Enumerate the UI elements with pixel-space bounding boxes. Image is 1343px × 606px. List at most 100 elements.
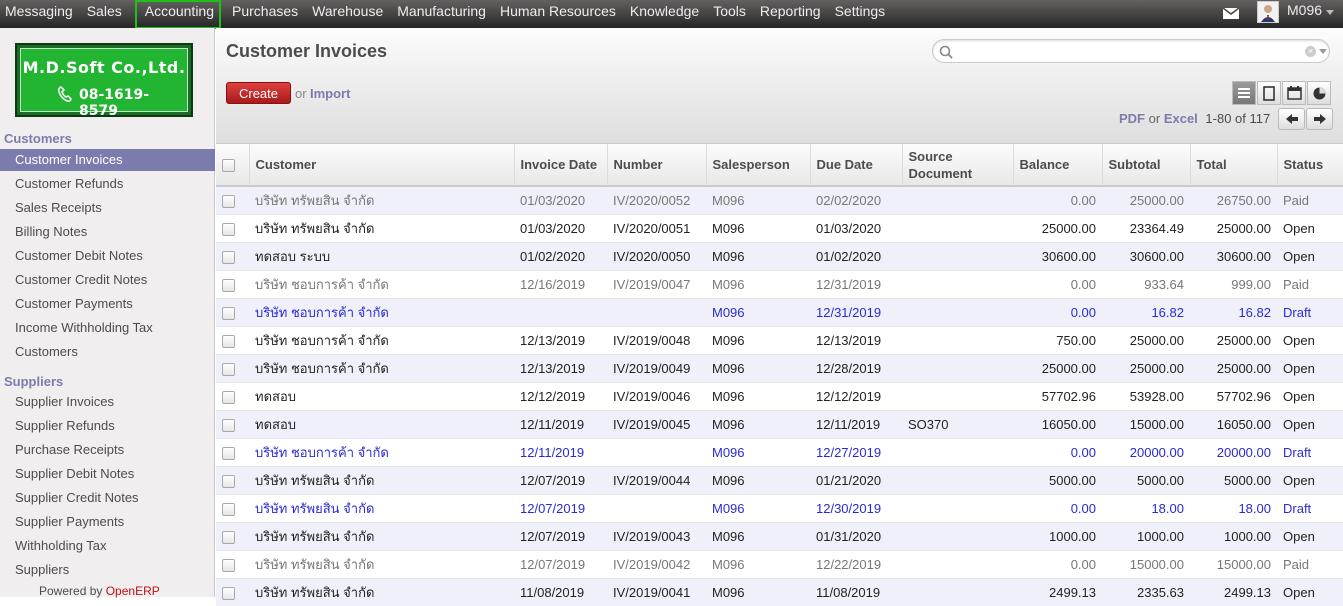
- row-select-cell[interactable]: [216, 269, 249, 298]
- cell-invoice-date[interactable]: 12/07/2019: [514, 521, 607, 550]
- cell-total[interactable]: 25000.00: [1190, 353, 1277, 382]
- cell-invoice-date[interactable]: 12/11/2019: [514, 409, 607, 438]
- cell-invoice-date[interactable]: 12/11/2019: [514, 437, 607, 466]
- row-checkbox[interactable]: [222, 250, 235, 264]
- cell-subtotal[interactable]: 25000.00: [1102, 325, 1190, 354]
- cell-salesperson[interactable]: M096: [706, 437, 810, 466]
- list-view-button[interactable]: [1232, 81, 1256, 105]
- cell-due-date[interactable]: 12/13/2019: [810, 325, 902, 354]
- cell-total[interactable]: 16050.00: [1190, 409, 1277, 438]
- table-row[interactable]: บริษัท ทรัพยสิน จำกัด 12/07/2019 IV/2019/0…: [216, 521, 1343, 550]
- cell-subtotal[interactable]: 15000.00: [1102, 549, 1190, 578]
- row-checkbox[interactable]: [222, 194, 235, 208]
- table-row[interactable]: ทดสอบ 12/11/2019 IV/2019/0045 M096 12/11/201…: [216, 409, 1343, 438]
- row-checkbox[interactable]: [222, 222, 235, 236]
- sidebar-item-income-withholding-tax[interactable]: Income Withholding Tax: [0, 317, 215, 339]
- openerp-link[interactable]: OpenERP: [106, 584, 160, 598]
- sidebar-item-sales-receipts[interactable]: Sales Receipts: [0, 197, 215, 219]
- sidebar-item-supplier-debit-notes[interactable]: Supplier Debit Notes: [0, 463, 215, 485]
- sidebar-item-suppliers[interactable]: Suppliers: [0, 559, 215, 581]
- cell-balance[interactable]: 0.00: [1013, 549, 1102, 578]
- cell-total[interactable]: 999.00: [1190, 269, 1277, 298]
- cell-source-document[interactable]: [902, 325, 1013, 354]
- menu-item-messaging[interactable]: Messaging: [0, 0, 82, 22]
- cell-total[interactable]: 20000.00: [1190, 437, 1277, 466]
- table-row[interactable]: บริษัท ทรัพยสิน จำกัด 12/07/2019 M096 12/30…: [216, 493, 1343, 522]
- cell-subtotal[interactable]: 18.00: [1102, 493, 1190, 522]
- cell-balance[interactable]: 750.00: [1013, 325, 1102, 354]
- column-header-balance[interactable]: Balance: [1012, 144, 1102, 187]
- cell-total[interactable]: 18.00: [1190, 493, 1277, 522]
- row-checkbox[interactable]: [222, 502, 235, 516]
- table-row[interactable]: บริษัท ทรัพยสิน จำกัด 12/07/2019 IV/2019/0…: [216, 549, 1343, 578]
- cell-balance[interactable]: 0.00: [1013, 437, 1102, 466]
- cell-due-date[interactable]: 12/31/2019: [810, 297, 902, 326]
- cell-total[interactable]: 5000.00: [1190, 465, 1277, 494]
- cell-source-document[interactable]: [902, 213, 1013, 242]
- cell-invoice-date[interactable]: [514, 297, 607, 326]
- cell-subtotal[interactable]: 23364.49: [1102, 213, 1190, 242]
- cell-total[interactable]: 25000.00: [1190, 213, 1277, 242]
- menu-item-reporting[interactable]: Reporting: [755, 0, 830, 22]
- cell-source-document[interactable]: [902, 577, 1013, 606]
- cell-balance[interactable]: 1000.00: [1013, 521, 1102, 550]
- table-row[interactable]: บริษัท ชอบการค้า จำกัด 12/11/2019 M096 12/2…: [216, 437, 1343, 466]
- menu-item-sales[interactable]: Sales: [82, 0, 131, 22]
- cell-salesperson[interactable]: M096: [706, 213, 810, 242]
- cell-subtotal[interactable]: 20000.00: [1102, 437, 1190, 466]
- row-checkbox[interactable]: [222, 586, 235, 600]
- search-input[interactable]: ×: [932, 39, 1330, 63]
- cell-status[interactable]: Open: [1277, 465, 1343, 494]
- cell-source-document[interactable]: [902, 297, 1013, 326]
- table-row[interactable]: บริษัท ทรัพยสิน จำกัด 11/08/2019 IV/2019/0…: [216, 577, 1343, 606]
- cell-balance[interactable]: 2499.13: [1013, 577, 1102, 606]
- row-select-cell[interactable]: [216, 381, 249, 410]
- envelope-icon[interactable]: [1223, 8, 1239, 19]
- sidebar-item-customer-credit-notes[interactable]: Customer Credit Notes: [0, 269, 215, 291]
- row-select-cell[interactable]: [216, 353, 249, 382]
- menu-item-warehouse[interactable]: Warehouse: [307, 0, 392, 22]
- row-select-cell[interactable]: [216, 493, 249, 522]
- cell-salesperson[interactable]: M096: [706, 353, 810, 382]
- cell-invoice-date[interactable]: 01/03/2020: [514, 213, 607, 242]
- cell-subtotal[interactable]: 933.64: [1102, 269, 1190, 298]
- menu-item-manufacturing[interactable]: Manufacturing: [392, 0, 495, 22]
- cell-total[interactable]: 16.82: [1190, 297, 1277, 326]
- row-select-cell[interactable]: [216, 465, 249, 494]
- cell-status[interactable]: Open: [1277, 381, 1343, 410]
- cell-source-document[interactable]: [902, 381, 1013, 410]
- sidebar-item-customer-payments[interactable]: Customer Payments: [0, 293, 215, 315]
- cell-due-date[interactable]: 12/12/2019: [810, 381, 902, 410]
- cell-number[interactable]: IV/2019/0048: [607, 325, 706, 354]
- cell-status[interactable]: Open: [1277, 241, 1343, 270]
- cell-status[interactable]: Paid: [1277, 185, 1343, 214]
- sidebar-item-billing-notes[interactable]: Billing Notes: [0, 221, 215, 243]
- table-row[interactable]: บริษัท ชอบการค้า จำกัด 12/13/2019 IV/2019/…: [216, 353, 1343, 382]
- cell-balance[interactable]: 30600.00: [1013, 241, 1102, 270]
- row-select-cell[interactable]: [216, 549, 249, 578]
- cell-number[interactable]: IV/2019/0043: [607, 521, 706, 550]
- cell-status[interactable]: Open: [1277, 409, 1343, 438]
- cell-number[interactable]: IV/2019/0047: [607, 269, 706, 298]
- cell-salesperson[interactable]: M096: [706, 269, 810, 298]
- row-select-cell[interactable]: [216, 185, 249, 214]
- column-header-source-document[interactable]: Source Document: [901, 144, 1013, 187]
- cell-due-date[interactable]: 01/03/2020: [810, 213, 902, 242]
- cell-salesperson[interactable]: M096: [706, 241, 810, 270]
- sidebar-item-customer-invoices[interactable]: Customer Invoices: [0, 149, 215, 171]
- column-header-salesperson[interactable]: Salesperson: [705, 144, 810, 187]
- cell-salesperson[interactable]: M096: [706, 493, 810, 522]
- row-select-cell[interactable]: [216, 325, 249, 354]
- cell-invoice-date[interactable]: 01/02/2020: [514, 241, 607, 270]
- menu-item-accounting[interactable]: Accounting: [134, 0, 222, 29]
- sidebar-item-purchase-receipts[interactable]: Purchase Receipts: [0, 439, 215, 461]
- row-select-cell[interactable]: [216, 213, 249, 242]
- cell-status[interactable]: Open: [1277, 353, 1343, 382]
- cell-number[interactable]: IV/2019/0042: [607, 549, 706, 578]
- cell-subtotal[interactable]: 1000.00: [1102, 521, 1190, 550]
- cell-balance[interactable]: 25000.00: [1013, 213, 1102, 242]
- cell-total[interactable]: 2499.13: [1190, 577, 1277, 606]
- cell-customer[interactable]: บริษัท ชอบการค้า จำกัด: [249, 353, 514, 382]
- cell-source-document[interactable]: [902, 185, 1013, 214]
- row-select-cell[interactable]: [216, 297, 249, 326]
